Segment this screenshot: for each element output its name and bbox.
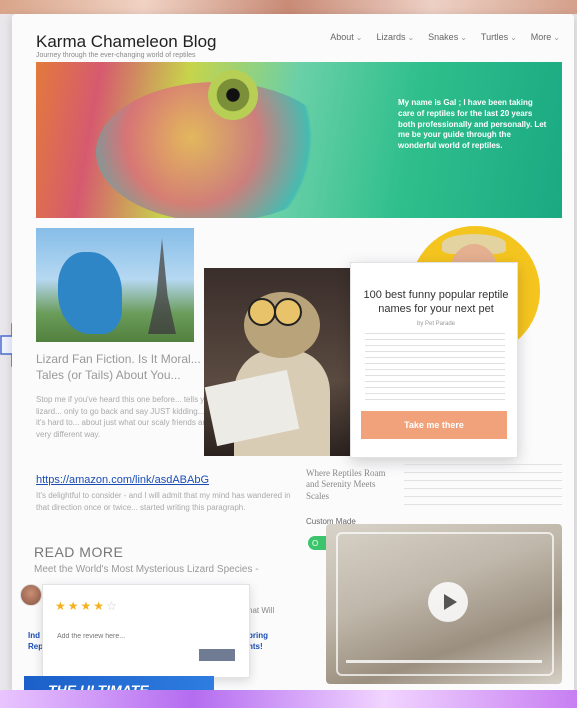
nav-item-more[interactable]: More ⌄ bbox=[531, 32, 560, 42]
hero-banner: My name is Gal ; I have been taking care… bbox=[36, 62, 562, 218]
chevron-down-icon: ⌄ bbox=[407, 32, 415, 42]
promo-popup: 100 best funny popular reptile names for… bbox=[350, 262, 518, 458]
snippet-mid-link-1[interactable]: bring bbox=[248, 630, 268, 641]
related-post-link[interactable]: Meet the World's Most Mysterious Lizard … bbox=[34, 564, 259, 575]
popup-name-list bbox=[365, 333, 505, 403]
nav-label: Lizards bbox=[376, 32, 406, 42]
take-me-there-button[interactable]: Take me there bbox=[361, 411, 507, 439]
star-rating[interactable]: ★★★★☆ bbox=[55, 599, 119, 613]
play-icon bbox=[443, 594, 457, 610]
hero-intro-text: My name is Gal ; I have been taking care… bbox=[398, 98, 547, 151]
sidebar-heading: Where Reptiles Roam and Serenity Meets S… bbox=[306, 468, 386, 501]
frog-reading-image bbox=[204, 268, 350, 456]
star-icon[interactable]: ★ bbox=[81, 599, 94, 613]
nav-item-about[interactable]: About ⌄ bbox=[330, 32, 362, 42]
main-nav: About ⌄ Lizards ⌄ Snakes ⌄ Turtles ⌄ More ⌄ bbox=[330, 32, 560, 42]
site-tagline: Journey through the ever-changing world … bbox=[36, 52, 196, 59]
nav-item-turtles[interactable]: Turtles ⌄ bbox=[481, 32, 517, 42]
post-excerpt-2: It's delightful to consider - and I will… bbox=[36, 491, 291, 512]
sidebar-text-block bbox=[404, 464, 562, 506]
top-decorative-strip bbox=[0, 0, 577, 14]
glasses-icon bbox=[248, 298, 276, 326]
site-title[interactable]: Karma Chameleon Blog bbox=[36, 32, 216, 52]
snippet-mid-link-2[interactable]: nts! bbox=[248, 641, 268, 652]
nav-label: Snakes bbox=[428, 32, 459, 42]
star-icon[interactable]: ★ bbox=[93, 599, 106, 613]
snippet-mid-line: hat Will bbox=[248, 606, 275, 615]
video-progress-bar[interactable] bbox=[346, 660, 542, 663]
chevron-down-icon: ⌄ bbox=[553, 32, 560, 42]
chameleon-eye-image bbox=[208, 70, 258, 120]
chevron-down-icon: ⌄ bbox=[510, 32, 517, 42]
author-avatar bbox=[20, 584, 42, 606]
nav-item-lizards[interactable]: Lizards ⌄ bbox=[376, 32, 414, 42]
star-icon[interactable]: ★ bbox=[68, 599, 81, 613]
popup-title: 100 best funny popular reptile names for… bbox=[363, 289, 509, 315]
bottom-decorative-strip bbox=[0, 690, 577, 708]
nav-label: More bbox=[530, 32, 552, 42]
nav-label: About bbox=[330, 32, 354, 42]
post-title[interactable]: Lizard Fan Fiction. Is It Moral... Up Ta… bbox=[36, 352, 226, 383]
snippet-mid-links: bring nts! bbox=[248, 630, 268, 652]
rating-widget: ★★★★☆ bbox=[42, 584, 250, 678]
post-link[interactable]: https://amazon.com/link/asdABAbG bbox=[36, 474, 209, 486]
nav-item-snakes[interactable]: Snakes ⌄ bbox=[428, 32, 467, 42]
submit-review-button[interactable] bbox=[199, 649, 235, 661]
glasses-icon bbox=[274, 298, 302, 326]
nav-label: Turtles bbox=[480, 32, 509, 42]
review-input[interactable] bbox=[55, 629, 209, 643]
video-player[interactable] bbox=[326, 524, 562, 684]
lizard-image bbox=[58, 252, 122, 334]
read-more-heading: READ MORE bbox=[34, 544, 124, 560]
popup-byline: by Pet Parade bbox=[416, 321, 456, 327]
blog-page: Karma Chameleon Blog Journey through the… bbox=[12, 14, 574, 694]
star-icon[interactable]: ★ bbox=[55, 599, 68, 613]
chevron-down-icon: ⌄ bbox=[460, 32, 467, 42]
blue-lizard-eiffel-image[interactable] bbox=[36, 228, 194, 342]
eiffel-tower-image bbox=[148, 238, 176, 334]
star-outline-icon[interactable]: ☆ bbox=[106, 599, 119, 613]
play-button[interactable] bbox=[428, 582, 468, 622]
chevron-down-icon: ⌄ bbox=[355, 32, 363, 42]
